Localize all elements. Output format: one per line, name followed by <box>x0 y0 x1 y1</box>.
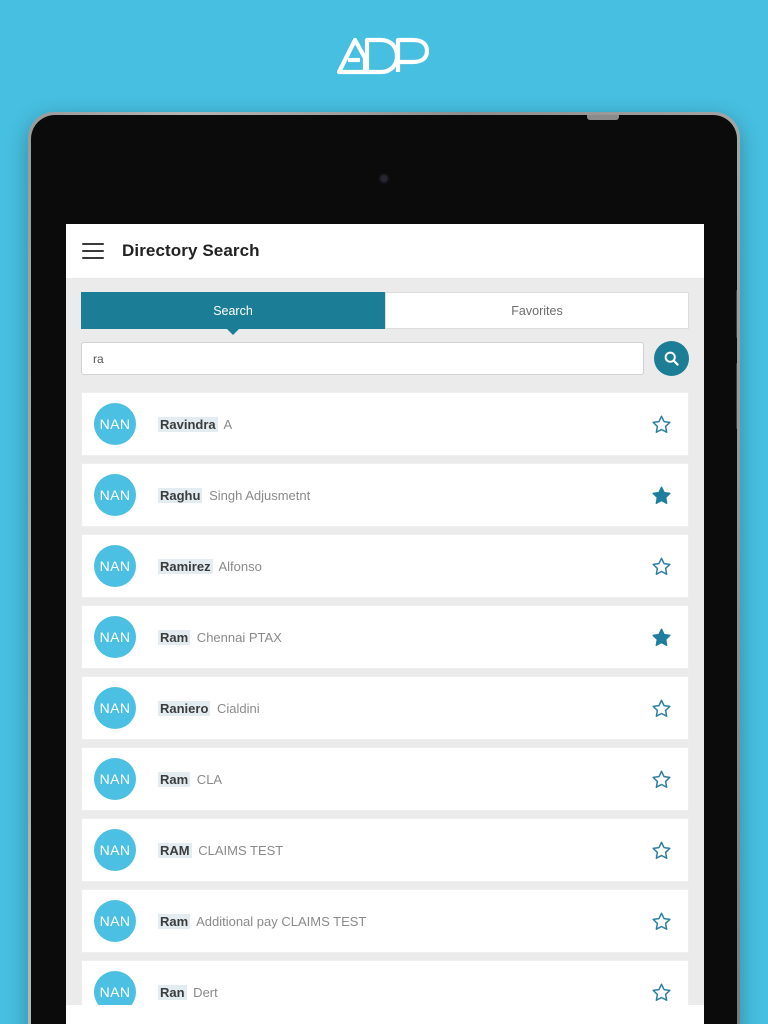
contact-name: Ran Dert <box>136 984 650 1000</box>
tab-search-label: Search <box>213 303 253 318</box>
tab-favorites-label: Favorites <box>511 303 563 318</box>
star-outline-icon <box>651 841 671 859</box>
star-outline-icon <box>651 770 671 788</box>
tablet-top-tab <box>587 115 619 120</box>
favorite-star-toggle[interactable] <box>650 556 672 577</box>
directory-result-row[interactable]: NAN Raghu Singh Adjusmetnt <box>81 463 689 527</box>
favorite-star-toggle[interactable] <box>650 840 672 861</box>
tab-search[interactable]: Search <box>81 292 385 329</box>
tablet-volume-button[interactable] <box>736 290 737 338</box>
tab-favorites[interactable]: Favorites <box>385 292 689 329</box>
favorite-star-toggle[interactable] <box>650 982 672 1003</box>
avatar: NAN <box>94 971 136 1005</box>
contact-first-name: Ram <box>158 629 191 645</box>
contact-first-name: Ran <box>158 984 187 1000</box>
contact-last-name: Alfonso <box>215 558 262 574</box>
contact-last-name: Additional pay CLAIMS TEST <box>193 913 367 929</box>
page-title: Directory Search <box>122 241 260 260</box>
contact-first-name: Ramirez <box>158 558 213 574</box>
directory-result-row[interactable]: NAN Ramirez Alfonso <box>81 534 689 598</box>
contact-name: Ramirez Alfonso <box>136 558 650 574</box>
tab-bar: Search Favorites <box>81 292 689 329</box>
directory-result-row[interactable]: NAN RAM CLAIMS TEST <box>81 818 689 882</box>
contact-name: Ram Chennai PTAX <box>136 629 650 645</box>
avatar: NAN <box>94 900 136 942</box>
contact-last-name: Cialdini <box>213 700 260 716</box>
tablet-device-frame: Directory Search Search Favorites ra NAN… <box>28 112 740 1024</box>
star-outline-icon <box>651 699 671 717</box>
contact-last-name: Dert <box>189 984 218 1000</box>
star-outline-icon <box>651 557 671 575</box>
contact-name: Ravindra A <box>136 416 650 432</box>
contact-last-name: Chennai PTAX <box>193 629 282 645</box>
star-filled-icon <box>651 628 671 646</box>
star-outline-icon <box>651 912 671 930</box>
star-filled-icon <box>651 486 671 504</box>
directory-result-row[interactable]: NAN Ram Additional pay CLAIMS TEST <box>81 889 689 953</box>
front-camera-lens <box>380 175 388 182</box>
search-bar <box>66 329 704 392</box>
star-outline-icon <box>651 415 671 433</box>
contact-first-name: Raniero <box>158 700 211 716</box>
avatar: NAN <box>94 829 136 871</box>
search-button[interactable] <box>654 341 689 376</box>
directory-result-row[interactable]: NAN Raniero Cialdini <box>81 676 689 740</box>
star-outline-icon <box>651 983 671 1001</box>
contact-name: RAM CLAIMS TEST <box>136 842 650 858</box>
favorite-star-toggle[interactable] <box>650 485 672 506</box>
tablet-bezel: Directory Search Search Favorites ra NAN… <box>31 115 737 1024</box>
avatar: NAN <box>94 687 136 729</box>
contact-name: Raghu Singh Adjusmetnt <box>136 487 650 503</box>
favorite-star-toggle[interactable] <box>650 911 672 932</box>
contact-first-name: Raghu <box>158 487 203 503</box>
avatar: NAN <box>94 758 136 800</box>
favorite-star-toggle[interactable] <box>650 414 672 435</box>
favorite-star-toggle[interactable] <box>650 698 672 719</box>
search-icon <box>664 351 679 366</box>
hamburger-menu-icon[interactable] <box>82 243 104 259</box>
app-bar: Directory Search <box>66 224 704 279</box>
adp-logo <box>0 22 768 90</box>
directory-result-row[interactable]: NAN Ram CLA <box>81 747 689 811</box>
tablet-screen: Directory Search Search Favorites ra NAN… <box>66 224 704 1024</box>
contact-last-name: CLAIMS TEST <box>194 842 284 858</box>
contact-first-name: Ravindra <box>158 416 218 432</box>
tablet-power-button[interactable] <box>736 363 737 429</box>
contact-name: Ram CLA <box>136 771 650 787</box>
avatar: NAN <box>94 545 136 587</box>
avatar: NAN <box>94 616 136 658</box>
contact-first-name: RAM <box>158 842 192 858</box>
directory-result-row[interactable]: NAN Ran Dert <box>81 960 689 1005</box>
avatar: NAN <box>94 474 136 516</box>
contact-last-name: CLA <box>193 771 223 787</box>
contact-name: Ram Additional pay CLAIMS TEST <box>136 913 650 929</box>
contact-first-name: Ram <box>158 913 191 929</box>
directory-result-row[interactable]: NAN Ravindra A <box>81 392 689 456</box>
favorite-star-toggle[interactable] <box>650 627 672 648</box>
contact-last-name: Singh Adjusmetnt <box>205 487 311 503</box>
tabs-container: Search Favorites <box>66 279 704 329</box>
favorite-star-toggle[interactable] <box>650 769 672 790</box>
contact-name: Raniero Cialdini <box>136 700 650 716</box>
adp-logo-mark <box>336 37 430 75</box>
search-results-list[interactable]: NAN Ravindra A NAN Raghu Singh Adjusmetn… <box>66 392 704 1005</box>
search-input[interactable] <box>81 342 644 375</box>
directory-result-row[interactable]: NAN Ram Chennai PTAX <box>81 605 689 669</box>
avatar: NAN <box>94 403 136 445</box>
contact-last-name: A <box>220 416 233 432</box>
contact-first-name: Ram <box>158 771 191 787</box>
